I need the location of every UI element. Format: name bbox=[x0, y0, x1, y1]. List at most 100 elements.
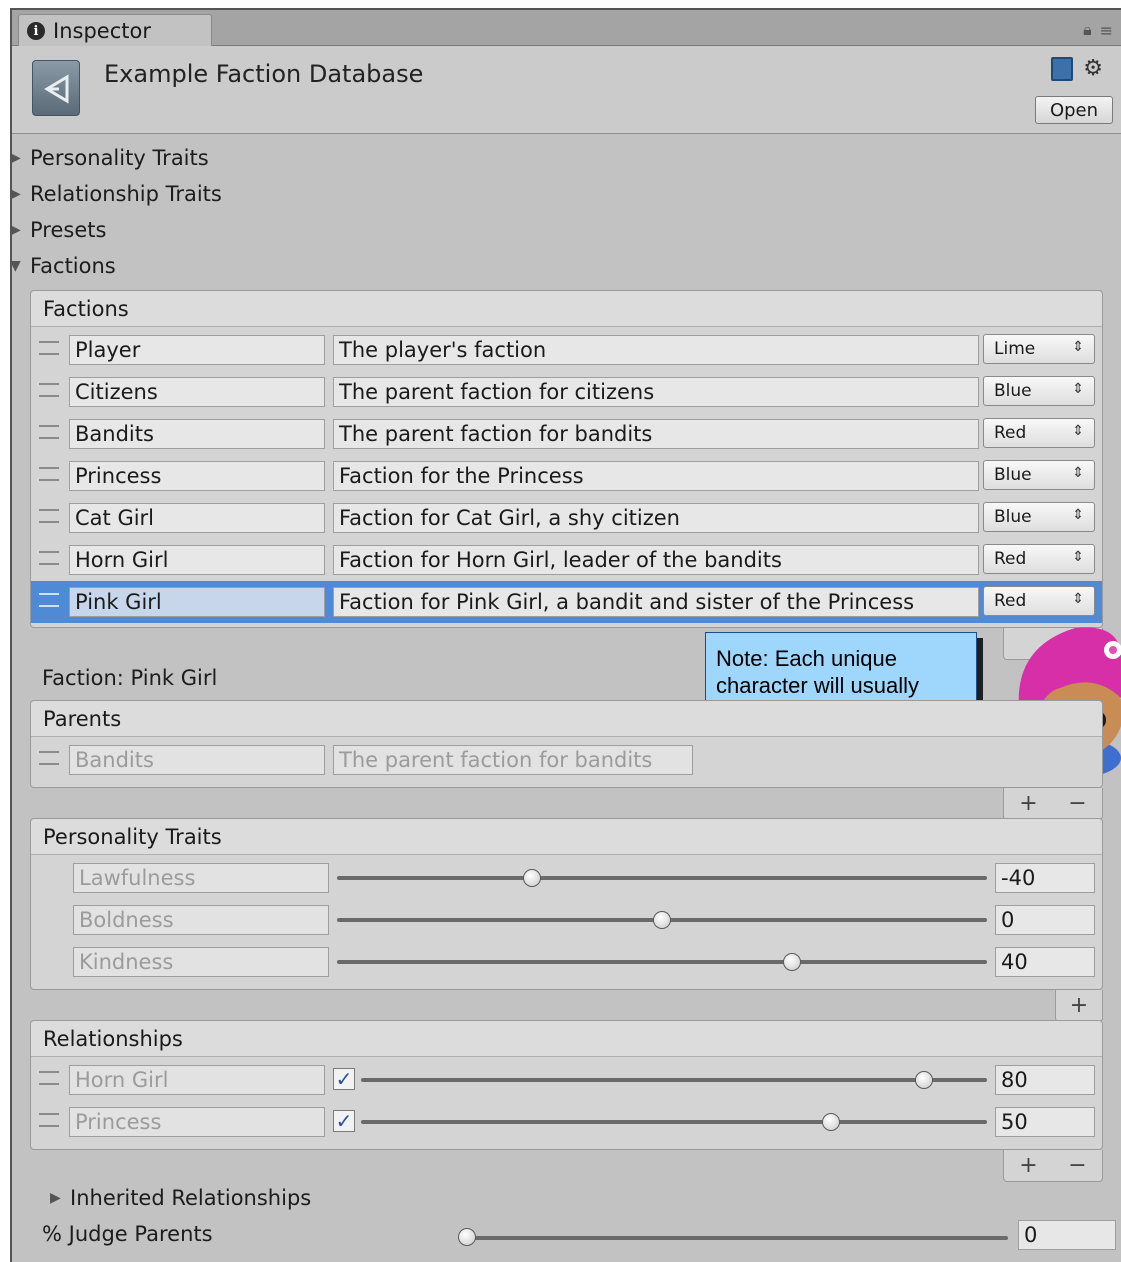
faction-description-field[interactable]: The parent faction for bandits bbox=[333, 419, 979, 449]
drag-handle-icon[interactable] bbox=[39, 425, 59, 439]
relationship-value-field[interactable]: 50 bbox=[995, 1107, 1095, 1137]
relationship-name-field: Princess bbox=[69, 1107, 325, 1137]
parents-list-footer: + − bbox=[1003, 788, 1103, 820]
help-book-icon[interactable] bbox=[1051, 56, 1074, 81]
faction-color-dropdown[interactable]: Red ⇕ bbox=[983, 544, 1095, 574]
drag-handle-icon[interactable] bbox=[39, 509, 59, 523]
open-button[interactable]: Open bbox=[1035, 96, 1113, 124]
foldout-inherited-relationships[interactable]: ▶ Inherited Relationships bbox=[50, 1186, 311, 1210]
faction-description-field[interactable]: Faction for the Princess bbox=[333, 461, 979, 491]
faction-color-dropdown[interactable]: Blue ⇕ bbox=[983, 376, 1095, 406]
drag-handle-icon[interactable] bbox=[39, 551, 59, 565]
table-row[interactable]: Player The player's faction Lime ⇕ bbox=[31, 329, 1102, 371]
add-relationship-button[interactable]: + bbox=[1019, 1153, 1037, 1178]
triangle-right-icon: ▶ bbox=[10, 150, 21, 166]
judge-parents-slider-thumb[interactable] bbox=[458, 1228, 476, 1246]
foldout-factions[interactable]: ▼ Factions bbox=[10, 254, 116, 278]
trait-slider-thumb[interactable] bbox=[523, 869, 541, 887]
table-row[interactable]: Princess Faction for the Princess Blue ⇕ bbox=[31, 455, 1102, 497]
table-row[interactable]: Bandits The parent faction for bandits Red… bbox=[31, 413, 1102, 455]
table-row[interactable]: Cat Girl Faction for Cat Girl, a shy citi… bbox=[31, 497, 1102, 539]
remove-parent-button[interactable]: − bbox=[1068, 791, 1086, 816]
relationship-slider-thumb[interactable] bbox=[821, 1113, 840, 1131]
trait-slider-thumb[interactable] bbox=[783, 953, 801, 971]
faction-color-dropdown[interactable]: Red ⇕ bbox=[983, 586, 1095, 616]
faction-color-dropdown[interactable]: Blue ⇕ bbox=[983, 502, 1095, 532]
drag-handle-icon[interactable] bbox=[39, 593, 59, 607]
faction-color-dropdown[interactable]: Red ⇕ bbox=[983, 418, 1095, 448]
relationship-slider-track[interactable] bbox=[361, 1078, 987, 1082]
table-row[interactable]: Pink Girl Faction for Pink Girl, a bandit… bbox=[31, 581, 1102, 623]
relationship-checkbox[interactable]: ✓ bbox=[333, 1109, 355, 1133]
drag-handle-icon[interactable] bbox=[39, 1071, 59, 1085]
trait-slider-thumb[interactable] bbox=[653, 911, 671, 929]
drag-handle-icon[interactable] bbox=[39, 341, 59, 355]
table-row[interactable]: Horn Girl Faction for Horn Girl, leader o… bbox=[31, 539, 1102, 581]
selected-faction-heading: Faction: Pink Girl bbox=[42, 666, 218, 690]
triangle-right-icon: ▶ bbox=[50, 1190, 61, 1206]
faction-color-dropdown[interactable]: Lime ⇕ bbox=[983, 334, 1095, 364]
lock-icon[interactable]: 🔒︎ bbox=[1083, 20, 1092, 40]
drag-handle-icon[interactable] bbox=[39, 751, 59, 765]
factions-list-header: Factions bbox=[31, 291, 1102, 327]
faction-name-field[interactable]: Pink Girl bbox=[69, 587, 325, 617]
gear-icon[interactable]: ⚙ bbox=[1083, 56, 1103, 81]
faction-name-field[interactable]: Citizens bbox=[69, 377, 325, 407]
updown-arrow-icon: ⇕ bbox=[1072, 507, 1084, 523]
remove-relationship-button[interactable]: − bbox=[1068, 1153, 1086, 1178]
faction-name-field[interactable]: Princess bbox=[69, 461, 325, 491]
relationships-list: Relationships Horn Girl ✓ 80 Princess ✓ 50 bbox=[30, 1020, 1103, 1150]
faction-description-field[interactable]: Faction for Pink Girl, a bandit and sist… bbox=[333, 587, 979, 617]
add-trait-button[interactable]: + bbox=[1070, 993, 1088, 1018]
faction-description-field[interactable]: The player's faction bbox=[333, 335, 979, 365]
trait-value-field[interactable]: 0 bbox=[995, 905, 1095, 935]
relationship-slider-thumb[interactable] bbox=[915, 1071, 934, 1089]
parent-name-field[interactable]: Bandits bbox=[69, 745, 325, 775]
faction-color-value: Blue bbox=[994, 507, 1032, 527]
relationship-name-field: Horn Girl bbox=[69, 1065, 325, 1095]
triangle-right-icon: ▶ bbox=[10, 222, 21, 238]
relationships-header: Relationships bbox=[31, 1021, 1102, 1057]
judge-parents-slider-track[interactable] bbox=[460, 1236, 1008, 1240]
judge-parents-value-field[interactable]: 0 bbox=[1018, 1220, 1116, 1250]
trait-slider-track[interactable] bbox=[337, 960, 987, 964]
add-parent-button[interactable]: + bbox=[1019, 791, 1037, 816]
faction-description-field[interactable]: Faction for Cat Girl, a shy citizen bbox=[333, 503, 979, 533]
table-row: Princess ✓ 50 bbox=[31, 1101, 1102, 1143]
personality-traits-list: Personality Traits Lawfulness -40 Boldness… bbox=[30, 818, 1103, 990]
faction-name-field[interactable]: Horn Girl bbox=[69, 545, 325, 575]
faction-color-dropdown[interactable]: Blue ⇕ bbox=[983, 460, 1095, 490]
faction-description-field[interactable]: The parent faction for citizens bbox=[333, 377, 979, 407]
tab-inspector[interactable]: i Inspector bbox=[18, 14, 212, 47]
faction-description-field[interactable]: Faction for Horn Girl, leader of the ban… bbox=[333, 545, 979, 575]
faction-name-field[interactable]: Bandits bbox=[69, 419, 325, 449]
foldout-presets[interactable]: ▶ Presets bbox=[10, 218, 106, 242]
menu-icon[interactable]: ≡ bbox=[1100, 21, 1113, 40]
parent-description-field[interactable]: The parent faction for bandits bbox=[333, 745, 693, 775]
relationship-value-field[interactable]: 80 bbox=[995, 1065, 1095, 1095]
list-item[interactable]: Bandits The parent faction for bandits bbox=[31, 739, 1102, 781]
drag-handle-icon[interactable] bbox=[39, 1113, 59, 1127]
trait-value-field[interactable]: -40 bbox=[995, 863, 1095, 893]
faction-name-field[interactable]: Cat Girl bbox=[69, 503, 325, 533]
trait-name-field: Boldness bbox=[73, 905, 329, 935]
drag-handle-icon[interactable] bbox=[39, 467, 59, 481]
updown-arrow-icon: ⇕ bbox=[1072, 549, 1084, 565]
table-row[interactable]: Citizens The parent faction for citizens B… bbox=[31, 371, 1102, 413]
trait-slider-track[interactable] bbox=[337, 876, 987, 880]
drag-handle-icon[interactable] bbox=[39, 383, 59, 397]
foldout-relationship-traits[interactable]: ▶ Relationship Traits bbox=[10, 182, 222, 206]
foldout-personality-traits[interactable]: ▶ Personality Traits bbox=[10, 146, 209, 170]
parents-list: Parents Bandits The parent faction for b… bbox=[30, 700, 1103, 788]
triangle-right-icon: ▶ bbox=[10, 186, 21, 202]
trait-value-field[interactable]: 40 bbox=[995, 947, 1095, 977]
updown-arrow-icon: ⇕ bbox=[1072, 339, 1084, 355]
unity-asset-icon bbox=[32, 60, 80, 116]
asset-title: Example Faction Database bbox=[104, 60, 424, 88]
info-icon: i bbox=[27, 22, 45, 40]
faction-name-field[interactable]: Player bbox=[69, 335, 325, 365]
relationship-slider-track[interactable] bbox=[361, 1120, 987, 1124]
relationships-footer: + − bbox=[1003, 1150, 1103, 1182]
relationship-checkbox[interactable]: ✓ bbox=[333, 1067, 355, 1091]
updown-arrow-icon: ⇕ bbox=[1072, 465, 1084, 481]
